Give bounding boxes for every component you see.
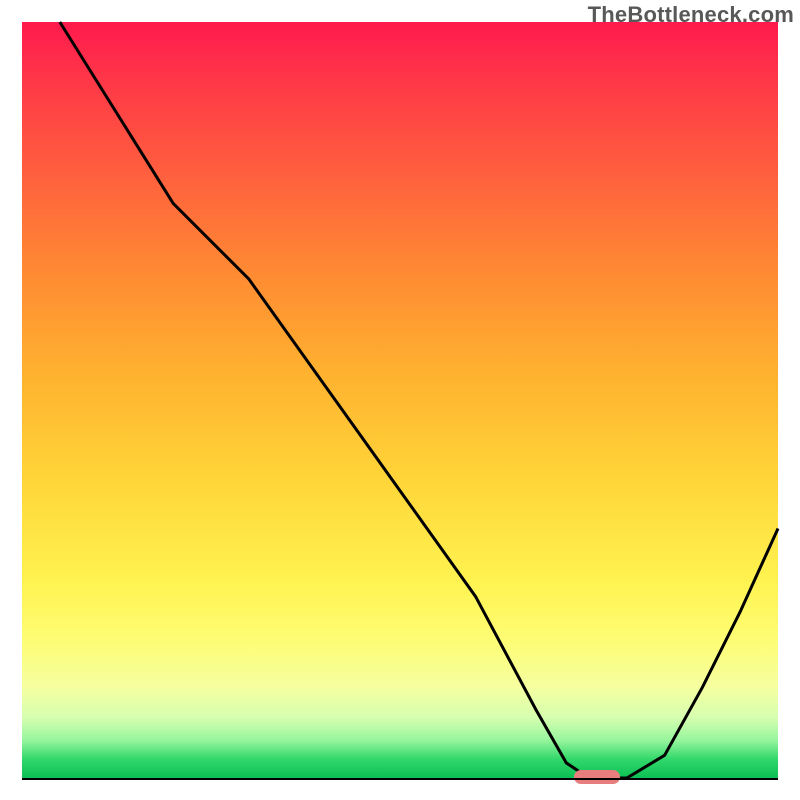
x-axis <box>22 778 778 780</box>
chart-overlay <box>22 22 778 778</box>
bottleneck-chart: TheBottleneck.com <box>0 0 800 800</box>
bottleneck-curve-path <box>60 22 778 778</box>
optimal-marker <box>574 770 620 784</box>
watermark-text: TheBottleneck.com <box>588 2 794 28</box>
